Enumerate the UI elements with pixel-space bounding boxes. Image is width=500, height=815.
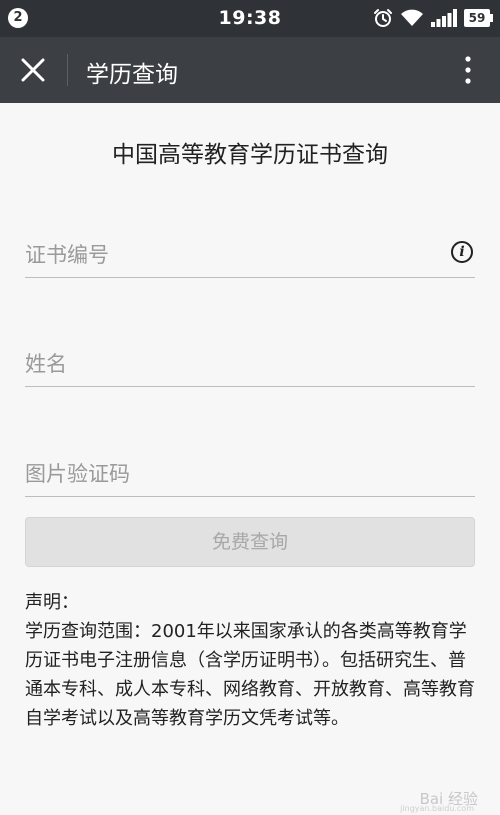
more-options-button[interactable]: [456, 52, 480, 88]
page-title: 中国高等教育学历证书查询: [112, 142, 388, 168]
certificate-number-input[interactable]: [25, 243, 425, 267]
captcha-input[interactable]: [25, 462, 425, 486]
info-icon[interactable]: i: [451, 241, 473, 263]
status-icons: 59: [373, 7, 493, 29]
disclaimer-body: 学历查询范围：2001年以来国家承认的各类高等教育学历证书电子注册信息（含学历证…: [25, 621, 475, 729]
certificate-number-field: i: [25, 217, 475, 278]
battery-icon: 59: [464, 9, 493, 27]
alarm-icon: [374, 9, 392, 27]
free-query-button[interactable]: 免费查询: [25, 517, 475, 567]
disclaimer-heading: 声明：: [25, 592, 79, 613]
app-bar-divider: [67, 54, 68, 86]
name-field: [25, 326, 475, 387]
more-vert-icon: [465, 56, 471, 84]
app-title: 学历查询: [86, 62, 178, 88]
signal-icon: [431, 9, 457, 27]
status-bar: 2 19:38 59: [0, 0, 500, 37]
wifi-icon: [401, 9, 423, 26]
close-button[interactable]: [12, 50, 54, 90]
disclaimer: 声明： 学历查询范围：2001年以来国家承认的各类高等教育学历证书电子注册信息（…: [25, 588, 477, 733]
close-icon: [21, 58, 45, 82]
app-bar: 学历查询: [0, 37, 500, 103]
watermark-url: jingyan.baidu.com: [400, 804, 474, 813]
captcha-field: [25, 436, 475, 497]
name-input[interactable]: [25, 352, 425, 376]
